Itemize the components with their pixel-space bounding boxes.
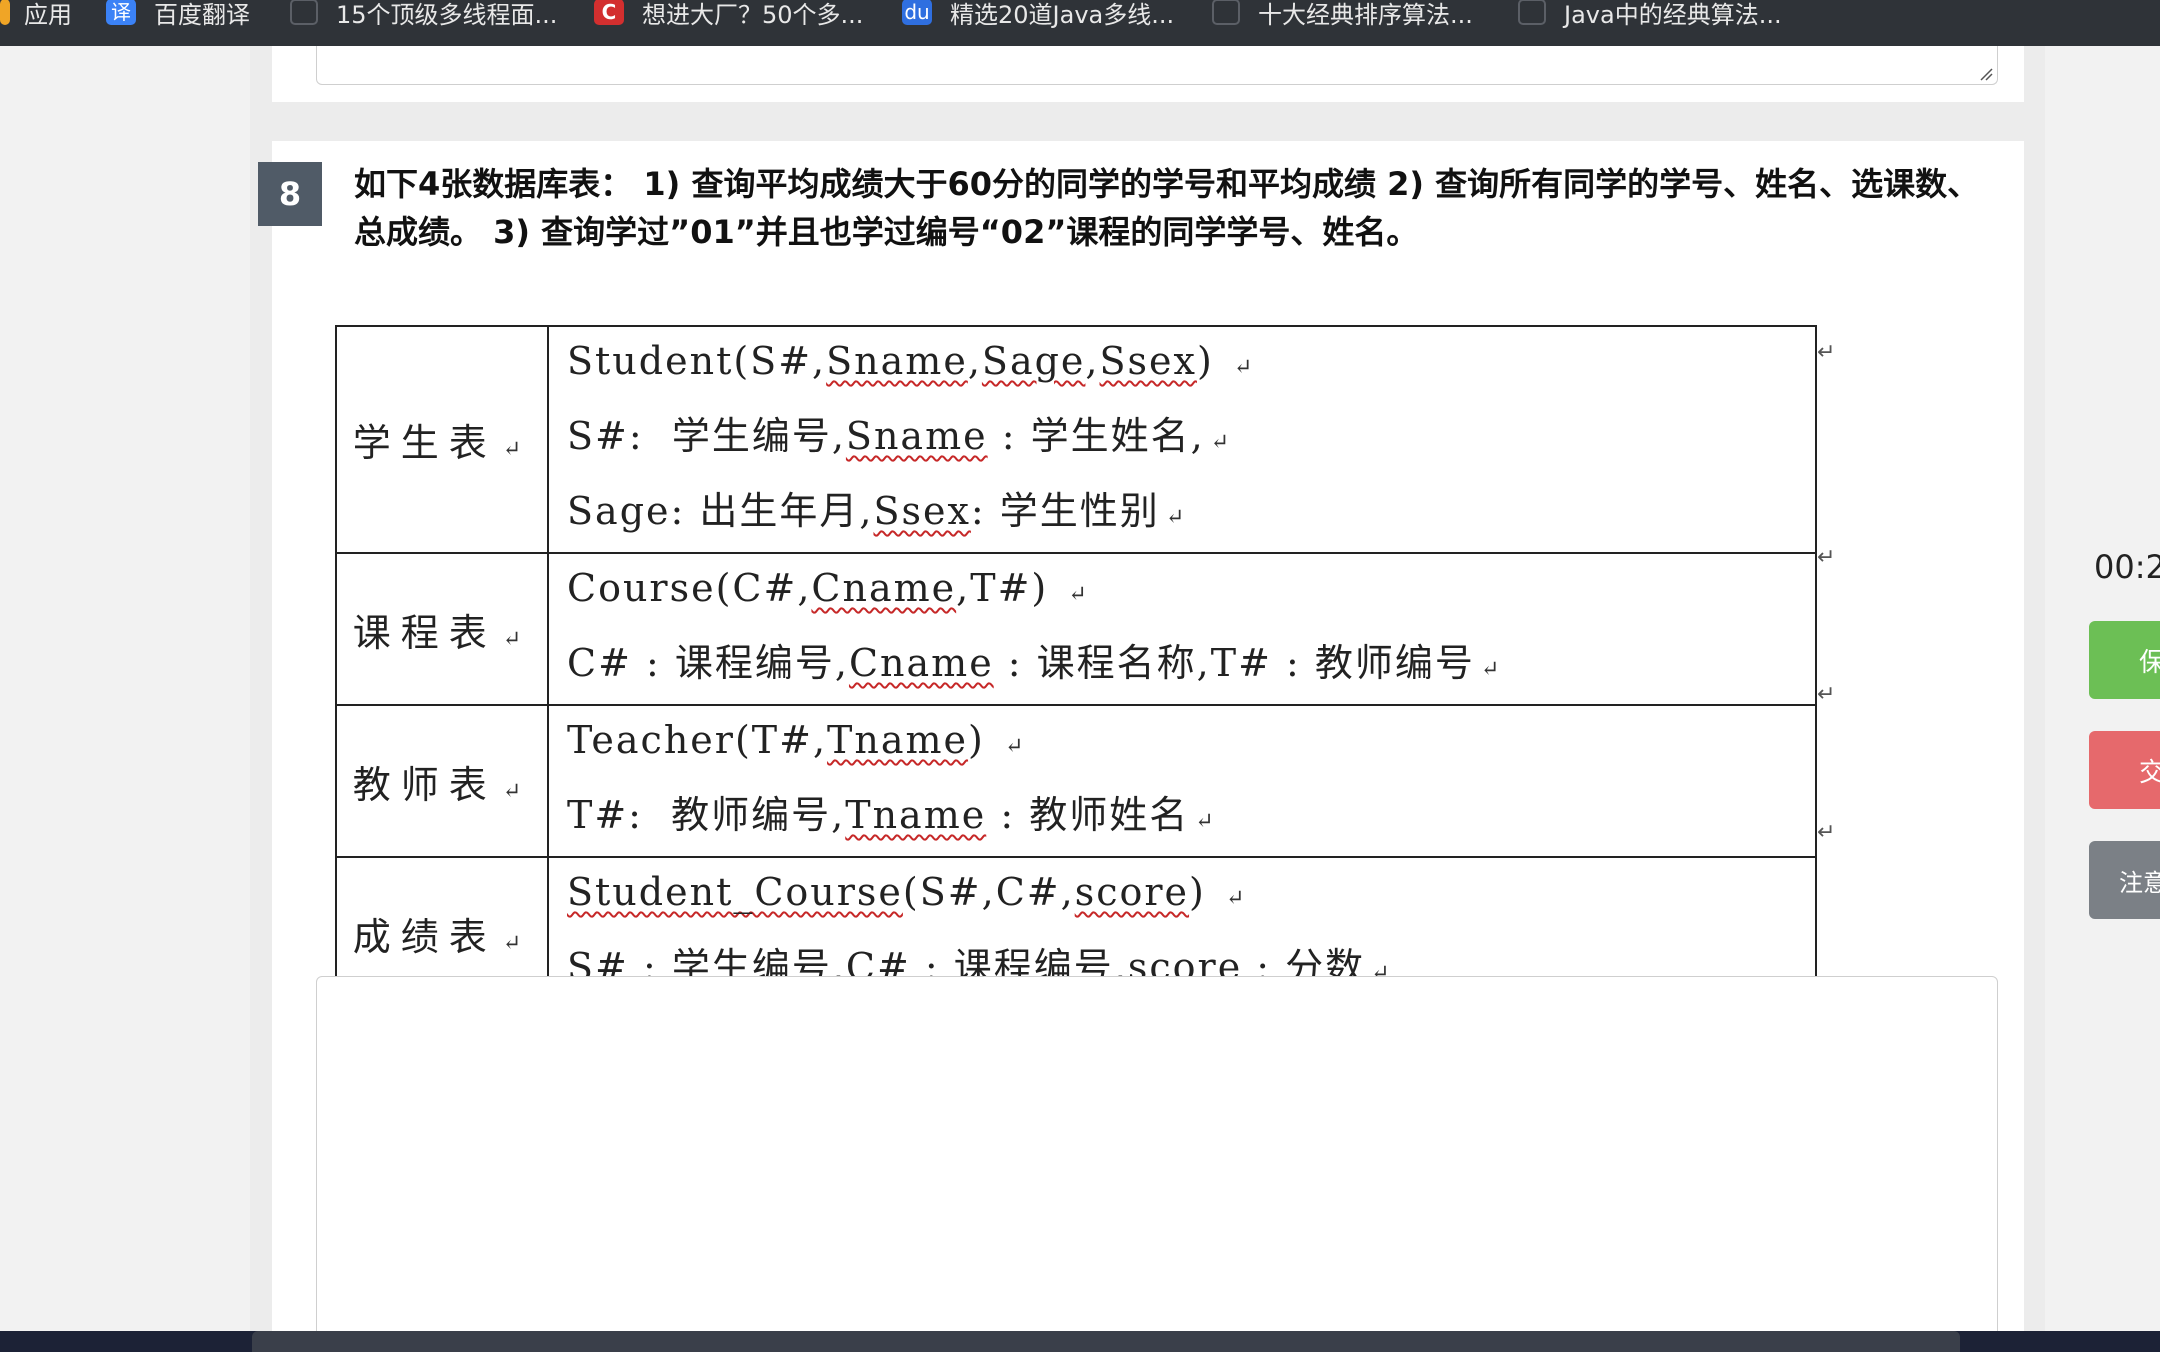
schema-line: Student_Course(S#,C#,score) ↵ [567, 870, 1247, 914]
schema-content: Course(C#,Cname,T#) ↵ C# : 课程编号,Cname : … [547, 552, 1817, 706]
bookmark-label: 精选20道Java多线... [950, 0, 1175, 29]
question-text: 如下4张数据库表： 1) 查询平均成绩大于60分的同学的学号和平均成绩 2) 查… [354, 165, 1980, 251]
bookmark-csdn[interactable]: C 想进大厂？50个多... [594, 0, 863, 29]
row-marker: ↵ [1817, 820, 1836, 845]
schema-label: 教师表 ↵ [335, 704, 549, 858]
bookmark-label: 应用 [24, 0, 72, 29]
bookmark-multithread-interview[interactable]: 15个顶级多线程面... [290, 0, 557, 29]
schema-content: Student(S#,Sname,Sage,Ssex) ↵ S#: 学生编号,S… [547, 325, 1817, 554]
schema-line: T#: 教师编号,Tname : 教师姓名 ↵ [567, 793, 1216, 837]
schema-line: S#: 学生编号,Sname : 学生姓名, ↵ [567, 414, 1232, 458]
row-marker: ↵ [1817, 682, 1836, 707]
bookmark-baidu-fanyi[interactable]: 译 百度翻译 [106, 0, 250, 29]
schema-table-image: 学生表 ↵ Student(S#,Sname,Sage,Ssex) ↵ S#: 学… [335, 325, 1817, 1010]
bookmark-apps[interactable]: 应用 [0, 0, 72, 29]
bookmark-label: Java中的经典算法... [1564, 0, 1782, 29]
bookmarks-bar: 应用 译 百度翻译 15个顶级多线程面... C 想进大厂？50个多... du… [0, 0, 2160, 46]
schema-line: Sage: 出生年月,Ssex: 学生性别 ↵ [567, 489, 1187, 533]
schema-line: Student(S#,Sname,Sage,Ssex) ↵ [567, 339, 1255, 383]
save-button[interactable]: 保 [2089, 621, 2160, 699]
bookmark-label: 15个顶级多线程面... [336, 0, 558, 29]
bookmark-label: 想进大厂？50个多... [642, 0, 864, 29]
countdown-timer: 00:2 [2094, 548, 2160, 586]
submit-button[interactable]: 交 [2089, 731, 2160, 809]
schema-line: Teacher(T#,Tname) ↵ [567, 718, 1026, 762]
table-row: 学生表 ↵ Student(S#,Sname,Sage,Ssex) ↵ S#: 学… [335, 325, 1817, 554]
bookmark-label: 十大经典排序算法... [1258, 0, 1473, 29]
bookmark-java-algorithms[interactable]: Java中的经典算法... [1518, 0, 1782, 29]
previous-answer-textarea[interactable] [316, 46, 1998, 85]
schema-content: Teacher(T#,Tname) ↵ T#: 教师编号,Tname : 教师姓… [547, 704, 1817, 858]
schema-label: 学生表 ↵ [335, 325, 549, 554]
apps-grid-icon [0, 0, 10, 25]
bookmark-label: 百度翻译 [154, 0, 250, 29]
schema-label: 课程表 ↵ [335, 552, 549, 706]
row-marker: ↵ [1817, 340, 1836, 365]
page-icon [1518, 0, 1546, 25]
resize-grip-icon[interactable] [1979, 67, 1993, 81]
table-row: 教师表 ↵ Teacher(T#,Tname) ↵ T#: 教师编号,Tname … [335, 704, 1817, 858]
baidu-icon: du [902, 0, 932, 25]
fanyi-icon: 译 [106, 0, 136, 25]
schema-line: Course(C#,Cname,T#) ↵ [567, 566, 1089, 610]
answer-textarea[interactable] [316, 976, 1998, 1338]
question-number-badge: 8 [258, 162, 322, 226]
bookmark-java-multithread[interactable]: du 精选20道Java多线... [902, 0, 1174, 29]
notice-button[interactable]: 注意 [2089, 841, 2160, 919]
row-marker: ↵ [1817, 545, 1836, 570]
page-icon [290, 0, 318, 25]
table-row: 课程表 ↵ Course(C#,Cname,T#) ↵ C# : 课程编号,Cna… [335, 552, 1817, 706]
dock-panel [252, 1331, 1960, 1352]
page-icon [1212, 0, 1240, 25]
csdn-icon: C [594, 0, 624, 25]
schema-line: C# : 课程编号,Cname : 课程名称,T# : 教师编号 ↵ [567, 641, 1502, 685]
bookmark-sorting[interactable]: 十大经典排序算法... [1212, 0, 1473, 29]
